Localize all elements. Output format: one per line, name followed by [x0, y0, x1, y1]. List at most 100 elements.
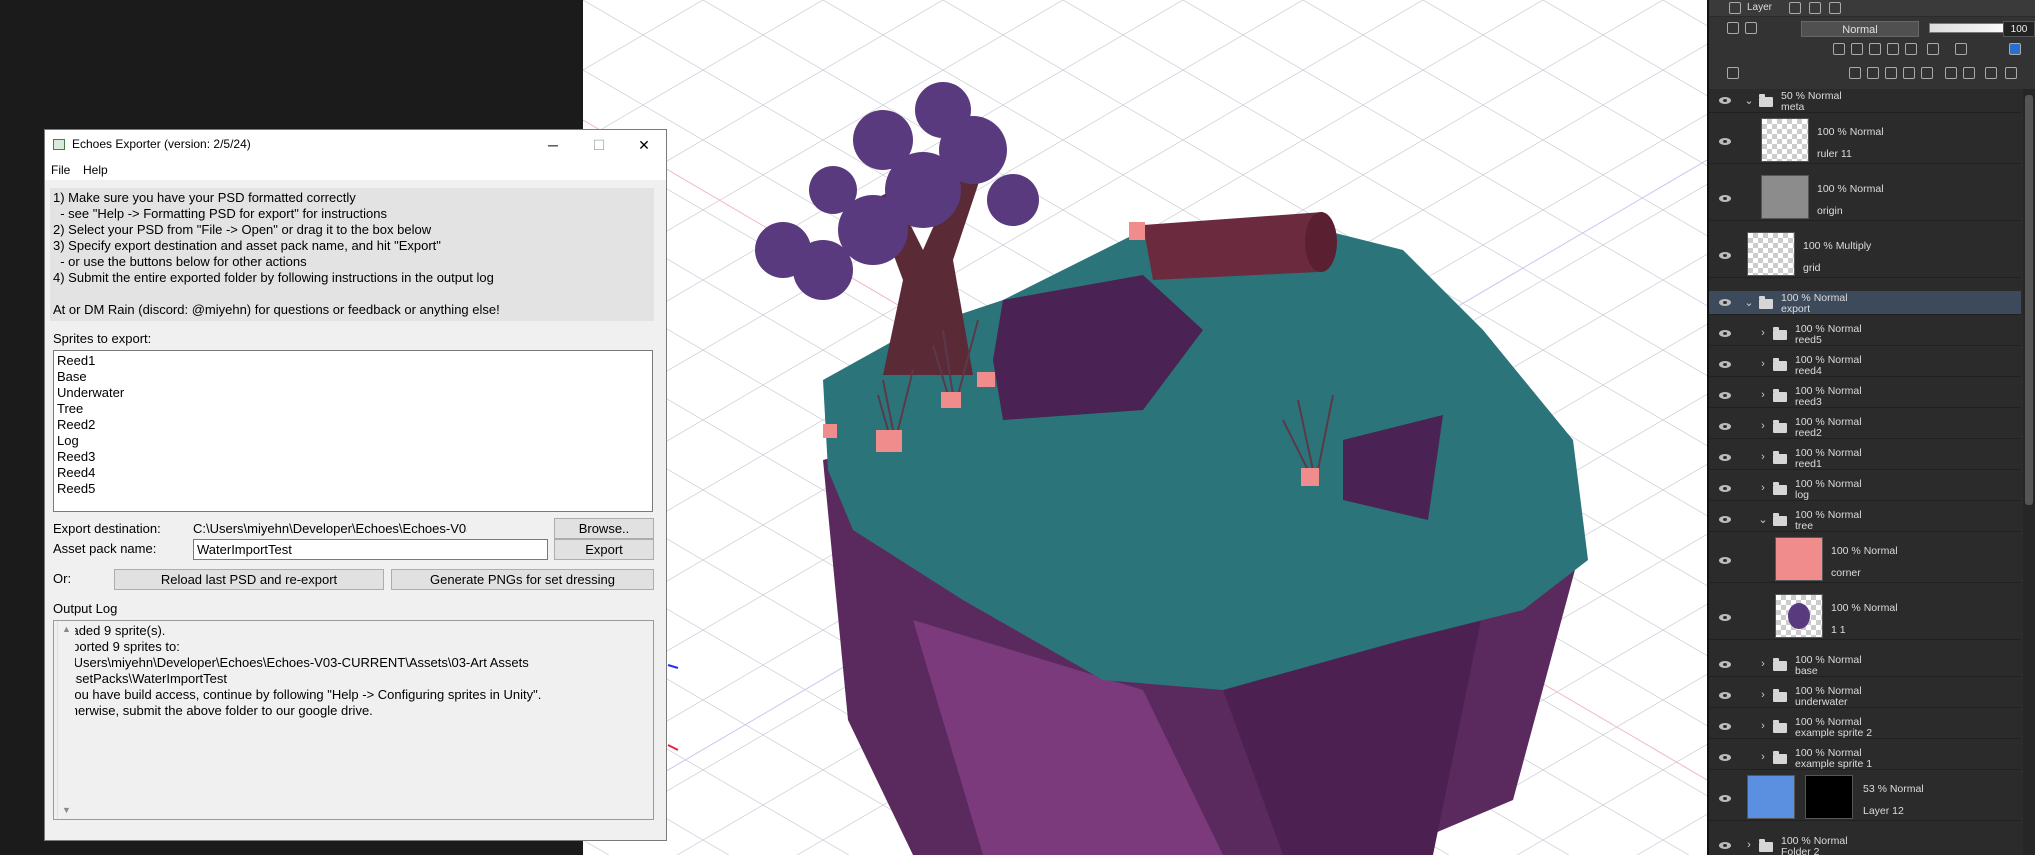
eye-icon[interactable]: [1719, 138, 1731, 145]
export-button[interactable]: Export: [554, 539, 654, 560]
eye-icon[interactable]: [1719, 361, 1731, 368]
mask-create-icon[interactable]: [1945, 67, 1957, 79]
layer-row[interactable]: 100 % Normal 1 1: [1709, 594, 2021, 640]
chevron-right-icon[interactable]: ›: [1757, 658, 1769, 670]
chevron-down-icon[interactable]: ⌄: [1743, 94, 1755, 107]
eye-icon[interactable]: [1719, 97, 1731, 104]
layer-row[interactable]: › 100 % Normal reed1: [1709, 446, 2021, 470]
minimize-button[interactable]: ─: [530, 130, 576, 160]
mask-icon[interactable]: [1927, 43, 1939, 55]
subview-tab-icon[interactable]: [1829, 2, 1841, 14]
new-folder-icon[interactable]: [1885, 67, 1897, 79]
clear-icon[interactable]: [1985, 67, 1997, 79]
layer-color-swatch-icon[interactable]: [1955, 43, 1967, 55]
chevron-right-icon[interactable]: ›: [1757, 389, 1769, 401]
layer-row[interactable]: › 100 % Normal example sprite 1: [1709, 746, 2021, 770]
layer-row[interactable]: › 100 % Normal Folder 2: [1709, 834, 2021, 855]
eye-icon[interactable]: [1719, 614, 1731, 621]
layer-row[interactable]: › 100 % Normal reed5: [1709, 322, 2021, 346]
chevron-right-icon[interactable]: ›: [1757, 358, 1769, 370]
output-log[interactable]: Otherwise, submit the above folder to ou…: [53, 620, 654, 820]
eye-icon[interactable]: [1719, 485, 1731, 492]
mask-apply-icon[interactable]: [1963, 67, 1975, 79]
eye-icon[interactable]: [1719, 299, 1731, 306]
reload-reexport-button[interactable]: Reload last PSD and re-export: [114, 569, 384, 590]
sprite-list-item[interactable]: Log: [57, 433, 79, 448]
layer-row[interactable]: › 100 % Normal reed3: [1709, 384, 2021, 408]
close-button[interactable]: ✕: [621, 130, 667, 160]
title-bar[interactable]: Echoes Exporter (version: 2/5/24) ─ ☐ ✕: [45, 130, 666, 160]
transfer-down-icon[interactable]: [1903, 67, 1915, 79]
layer-row[interactable]: › 100 % Normal base: [1709, 653, 2021, 677]
clip-icon[interactable]: [1833, 43, 1845, 55]
eye-icon[interactable]: [1719, 423, 1731, 430]
tab-layer[interactable]: Layer: [1747, 0, 1772, 16]
eye-icon[interactable]: [1719, 392, 1731, 399]
chevron-right-icon[interactable]: ›: [1757, 482, 1769, 494]
sprite-list-item[interactable]: Underwater: [57, 385, 124, 400]
browse-button[interactable]: Browse..: [554, 518, 654, 539]
lock-transparency-icon[interactable]: [1905, 43, 1917, 55]
layer-scrollbar-thumb[interactable]: [2025, 95, 2033, 505]
reference-icon[interactable]: [1851, 43, 1863, 55]
navigator-tab-icon[interactable]: [1809, 2, 1821, 14]
sprite-list-item[interactable]: Reed5: [57, 481, 95, 496]
layer-row[interactable]: 100 % Normal corner: [1709, 537, 2021, 583]
sprite-list-item[interactable]: Reed2: [57, 417, 95, 432]
chevron-down-icon[interactable]: ⌄: [1757, 513, 1769, 526]
eye-icon[interactable]: [1719, 692, 1731, 699]
draft-icon[interactable]: [1869, 43, 1881, 55]
sprite-list-item[interactable]: Reed1: [57, 353, 95, 368]
eye-icon[interactable]: [1719, 723, 1731, 730]
layer-row[interactable]: 100 % Normal ruler 11: [1709, 118, 2021, 164]
layer-row[interactable]: › 100 % Normal log: [1709, 477, 2021, 501]
history-tab-icon[interactable]: [1789, 2, 1801, 14]
layer-row[interactable]: 100 % Normal origin: [1709, 175, 2021, 221]
chevron-down-icon[interactable]: [1745, 22, 1757, 34]
eye-icon[interactable]: [1719, 661, 1731, 668]
color-picker-icon[interactable]: [2009, 43, 2021, 55]
layer-color-icon[interactable]: [1727, 22, 1739, 34]
generate-pngs-button[interactable]: Generate PNGs for set dressing: [391, 569, 654, 590]
maximize-button[interactable]: ☐: [576, 130, 622, 160]
layer-scrollbar[interactable]: [2023, 89, 2035, 855]
layer-row[interactable]: › 100 % Normal reed2: [1709, 415, 2021, 439]
eye-icon[interactable]: [1719, 557, 1731, 564]
layer-row[interactable]: 100 % Multiply grid: [1709, 232, 2021, 278]
chevron-right-icon[interactable]: ›: [1757, 451, 1769, 463]
asset-pack-name-input[interactable]: WaterImportTest: [193, 539, 548, 560]
drawing-canvas[interactable]: [583, 0, 1707, 855]
chevron-right-icon[interactable]: ›: [1757, 689, 1769, 701]
scroll-down-icon[interactable]: ▼: [62, 805, 71, 815]
lock-icon[interactable]: [1887, 43, 1899, 55]
chevron-right-icon[interactable]: ›: [1757, 720, 1769, 732]
eye-icon[interactable]: [1719, 454, 1731, 461]
chevron-right-icon[interactable]: ›: [1757, 327, 1769, 339]
eye-icon[interactable]: [1719, 795, 1731, 802]
layer-row[interactable]: 53 % Normal Layer 12: [1709, 775, 2021, 821]
eye-icon[interactable]: [1719, 842, 1731, 849]
layer-row[interactable]: › 100 % Normal reed4: [1709, 353, 2021, 377]
eye-icon[interactable]: [1719, 330, 1731, 337]
blend-mode-select[interactable]: Normal: [1801, 21, 1919, 37]
eye-icon[interactable]: [1719, 754, 1731, 761]
new-raster-layer-icon[interactable]: [1849, 67, 1861, 79]
layer-row[interactable]: › 100 % Normal underwater: [1709, 684, 2021, 708]
sprite-list-item[interactable]: Reed3: [57, 449, 95, 464]
combine-icon[interactable]: [1921, 67, 1933, 79]
chevron-right-icon[interactable]: ›: [1743, 839, 1755, 851]
sprites-listbox[interactable]: Reed1 Base Underwater Tree Reed2 Log Reed3 Reed…: [53, 350, 653, 512]
panel-menu-icon[interactable]: [1727, 67, 1739, 79]
layer-row[interactable]: ⌄ 50 % Normal meta: [1709, 89, 2021, 113]
delete-layer-icon[interactable]: [2005, 67, 2017, 79]
menu-file[interactable]: File: [51, 163, 70, 177]
sprite-list-item[interactable]: Reed4: [57, 465, 95, 480]
layer-row[interactable]: › 100 % Normal example sprite 2: [1709, 715, 2021, 739]
output-log-scrollbar[interactable]: ▲ ▼: [57, 621, 75, 819]
eye-icon[interactable]: [1719, 516, 1731, 523]
new-vector-layer-icon[interactable]: [1867, 67, 1879, 79]
eye-icon[interactable]: [1719, 252, 1731, 259]
chevron-right-icon[interactable]: ›: [1757, 420, 1769, 432]
chevron-right-icon[interactable]: ›: [1757, 751, 1769, 763]
layer-row[interactable]: ⌄ 100 % Normal export: [1709, 291, 2021, 315]
